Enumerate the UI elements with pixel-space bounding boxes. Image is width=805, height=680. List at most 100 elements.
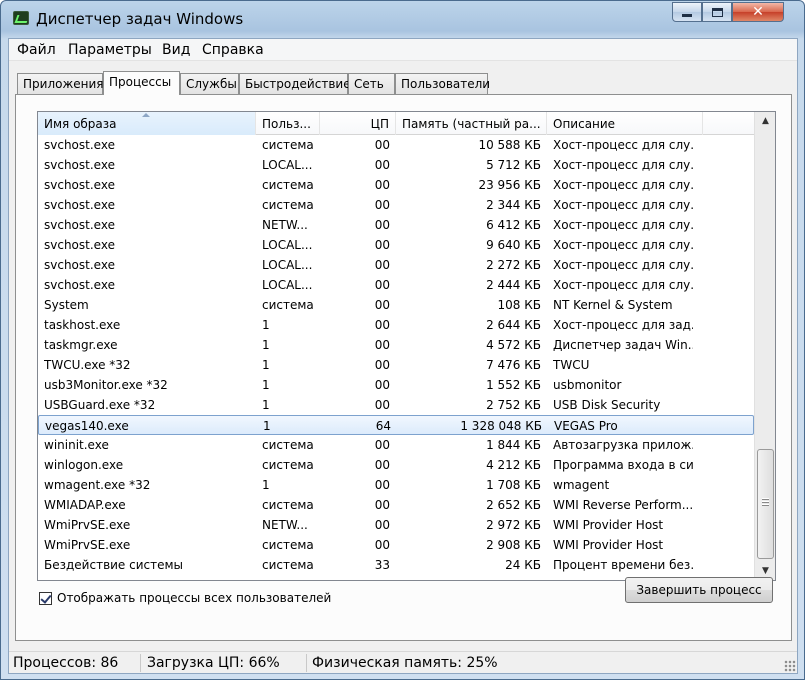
grip-icon — [762, 498, 769, 507]
cell-memory: 2 752 КБ — [486, 398, 541, 412]
cell-description: TWCU — [553, 358, 590, 372]
cell-description: NT Kernel & System — [553, 298, 673, 312]
cell-user: NETW... — [262, 218, 308, 232]
cell-memory: 10 588 КБ — [478, 138, 541, 152]
menu-help[interactable]: Справка — [202, 42, 264, 58]
cell-cpu: 00 — [374, 218, 390, 232]
table-row[interactable]: wmagent.exe *32 1 00 1 708 КБ wmagent — [38, 475, 754, 495]
cell-memory: 1 552 КБ — [486, 378, 541, 392]
table-row[interactable]: WmiPrvSE.exe NETW... 00 2 972 КБ WMI Provide… — [38, 515, 754, 535]
table-row[interactable]: svchost.exe система 00 10 588 КБ Хост-процес… — [38, 135, 754, 155]
table-row[interactable]: taskmgr.exe 1 00 4 572 КБ Диспетчер задач Wi… — [38, 335, 754, 355]
cell-description: Процент времени без... — [553, 558, 693, 572]
table-row[interactable]: wininit.exe система 00 1 844 КБ Автозагрузка… — [38, 435, 754, 455]
cell-memory: 24 КБ — [505, 558, 541, 572]
cell-user: 1 — [262, 398, 270, 412]
cell-memory: 23 956 КБ — [478, 178, 541, 192]
show-all-users-checkbox[interactable] — [39, 591, 52, 605]
cell-user: 1 — [262, 378, 270, 392]
cell-user: 1 — [262, 478, 270, 492]
tab-network[interactable]: Сеть — [348, 73, 395, 94]
cell-memory: 6 412 КБ — [486, 218, 541, 232]
column-user[interactable]: Польз... — [256, 112, 320, 135]
cell-memory: 1 328 048 КБ — [460, 419, 542, 433]
cell-description: Хост-процесс для слу... — [553, 238, 693, 252]
show-all-users-option[interactable]: Отображать процессы всех пользователей — [39, 591, 331, 605]
table-row[interactable]: Бездействие системы система 33 24 КБ Процент… — [38, 555, 754, 575]
cell-user: система — [262, 298, 314, 312]
cell-description: Хост-процесс для зад... — [553, 318, 693, 332]
tab-applications[interactable]: Приложения — [17, 73, 104, 94]
cell-memory: 1 708 КБ — [486, 478, 541, 492]
menu-options[interactable]: Параметры — [68, 42, 152, 58]
cell-cpu: 00 — [374, 378, 390, 392]
cell-user: система — [262, 198, 314, 212]
cell-user: система — [262, 178, 314, 192]
table-row[interactable]: taskhost.exe 1 00 2 644 КБ Хост-процесс для … — [38, 315, 754, 335]
tab-processes[interactable]: Процессы — [103, 71, 180, 95]
cell-description: Хост-процесс для слу... — [553, 158, 693, 172]
cell-user: LOCAL... — [262, 258, 313, 272]
table-row[interactable]: vegas140.exe 1 64 1 328 048 КБ VEGAS Pro — [38, 415, 754, 435]
tab-users[interactable]: Пользователи — [395, 73, 490, 94]
cell-description: Хост-процесс для слу... — [553, 218, 693, 232]
end-process-button[interactable]: Завершить процесс — [625, 577, 773, 603]
cell-user: 1 — [262, 358, 270, 372]
cell-description: Автозагрузка прилож... — [553, 438, 693, 452]
task-manager-window: Диспетчер задач Windows ✕ Файл Параметры… — [0, 0, 805, 680]
table-row[interactable]: USBGuard.exe *32 1 00 2 752 КБ USB Disk Secu… — [38, 395, 754, 415]
table-row[interactable]: WMIADAP.exe система 00 2 652 КБ WMI Reverse … — [38, 495, 754, 515]
status-process-count: Процессов: 86 — [13, 654, 141, 672]
cell-cpu: 00 — [374, 318, 390, 332]
column-description[interactable]: Описание — [547, 112, 703, 135]
menu-file[interactable]: Файл — [17, 42, 56, 58]
cell-memory: 9 640 КБ — [486, 238, 541, 252]
cell-description: Диспетчер задач Win... — [553, 338, 693, 352]
cell-description: wmagent — [553, 478, 610, 492]
cell-image-name: svchost.exe — [44, 278, 115, 292]
tab-services[interactable]: Службы — [180, 73, 239, 94]
cell-image-name: WMIADAP.exe — [44, 498, 126, 512]
table-row[interactable]: usb3Monitor.exe *32 1 00 1 552 КБ usbmonitor — [38, 375, 754, 395]
cell-cpu: 00 — [374, 358, 390, 372]
cell-description: WMI Reverse Perform... — [553, 498, 693, 512]
table-row[interactable]: svchost.exe система 00 23 956 КБ Хост-процес… — [38, 175, 754, 195]
table-row[interactable]: winlogon.exe система 00 4 212 КБ Программа в… — [38, 455, 754, 475]
column-image-name[interactable]: Имя образа — [38, 112, 256, 135]
table-row[interactable]: svchost.exe LOCAL... 00 5 712 КБ Хост-процес… — [38, 155, 754, 175]
process-list[interactable]: Имя образа Польз... ЦП Память (частный р… — [37, 111, 776, 581]
table-row[interactable]: svchost.exe система 00 2 344 КБ Хост-процесс… — [38, 195, 754, 215]
cell-description: Хост-процесс для слу... — [553, 278, 693, 292]
cell-cpu: 00 — [374, 198, 390, 212]
cell-cpu: 00 — [374, 438, 390, 452]
column-cpu[interactable]: ЦП — [320, 112, 396, 135]
tab-performance[interactable]: Быстродействие — [239, 73, 351, 94]
table-row[interactable]: svchost.exe LOCAL... 00 2 444 КБ Хост-процес… — [38, 275, 754, 295]
processes-panel: Имя образа Польз... ЦП Память (частный р… — [15, 94, 792, 641]
maximize-button[interactable] — [702, 2, 732, 22]
cell-image-name: WmiPrvSE.exe — [44, 518, 131, 532]
resize-grip-icon[interactable] — [784, 660, 796, 672]
cell-image-name: svchost.exe — [44, 158, 115, 172]
close-button[interactable]: ✕ — [732, 2, 784, 22]
table-row[interactable]: TWCU.exe *32 1 00 7 476 КБ TWCU — [38, 355, 754, 375]
table-row[interactable]: WmiPrvSE.exe система 00 2 908 КБ WMI Provide… — [38, 535, 754, 555]
cell-cpu: 00 — [374, 238, 390, 252]
cell-image-name: System — [44, 298, 89, 312]
vertical-scrollbar[interactable]: ▲ ▼ — [754, 112, 775, 580]
cell-image-name: svchost.exe — [44, 138, 115, 152]
scroll-up-arrow-icon[interactable]: ▲ — [755, 112, 775, 129]
cell-cpu: 00 — [374, 518, 390, 532]
table-row[interactable]: System система 00 108 КБ NT Kernel & System — [38, 295, 754, 315]
table-row[interactable]: svchost.exe NETW... 00 6 412 КБ Хост-процесс… — [38, 215, 754, 235]
table-row[interactable]: svchost.exe LOCAL... 00 9 640 КБ Хост-процес… — [38, 235, 754, 255]
scrollbar-thumb[interactable] — [757, 449, 774, 559]
cell-user: система — [262, 498, 314, 512]
cell-user: LOCAL... — [262, 158, 313, 172]
minimize-button[interactable] — [672, 2, 702, 22]
title-bar[interactable]: Диспетчер задач Windows ✕ — [1, 1, 804, 37]
column-memory[interactable]: Память (частный ра... — [396, 112, 547, 135]
table-row[interactable]: svchost.exe LOCAL... 00 2 272 КБ Хост-процес… — [38, 255, 754, 275]
cell-user: NETW... — [262, 518, 308, 532]
menu-view[interactable]: Вид — [162, 42, 190, 58]
